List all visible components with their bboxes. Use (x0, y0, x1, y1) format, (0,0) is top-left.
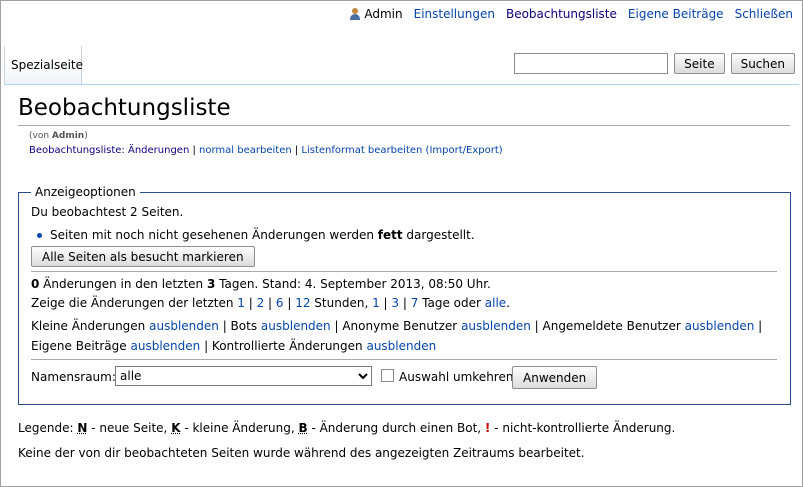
display-options-legend: Anzeigeoptionen (35, 185, 136, 199)
hide-bots-link[interactable]: ausblenden (261, 319, 331, 333)
user-link[interactable]: Admin (350, 7, 403, 21)
separator: | (291, 145, 302, 156)
watching-count: Du beobachtest 2 Seiten. (31, 205, 184, 219)
hide-anons-link[interactable]: ausblenden (461, 319, 531, 333)
edit-watchlist-link[interactable]: normal bearbeiten (199, 145, 292, 156)
watchlist-tools: Beobachtungsliste: Änderungen | normal b… (29, 145, 503, 156)
page-title: Beobachtungsliste (18, 95, 790, 126)
bot-flag: B (298, 421, 308, 435)
namespace-label: Namensraum: (31, 370, 116, 384)
bullet-icon (37, 233, 42, 238)
namespace-select[interactable]: alle (115, 366, 372, 386)
hide-minor-link[interactable]: ausblenden (149, 319, 219, 333)
divider (31, 271, 777, 272)
hide-patrolled-link[interactable]: ausblenden (366, 339, 436, 353)
mark-all-visited-button[interactable]: Alle Seiten als besucht markieren (31, 246, 255, 267)
display-options: Anzeigeoptionen Du beobachtest 2 Seiten.… (18, 185, 791, 405)
personal-bar: Admin Einstellungen Beobachtungsliste Ei… (350, 7, 793, 21)
invert-checkbox[interactable] (381, 369, 394, 382)
hide-own-link[interactable]: ausblenden (130, 339, 200, 353)
search-form: Seite Suchen (514, 53, 795, 74)
page-subtitle: (von Admin) (29, 131, 88, 141)
go-button[interactable]: Seite (674, 53, 725, 74)
apply-button[interactable]: Anwenden (512, 366, 598, 389)
search-button[interactable]: Suchen (730, 53, 795, 74)
hours-link-6[interactable]: 6 (276, 296, 284, 310)
settings-link[interactable]: Einstellungen (414, 7, 495, 21)
namespace-form: Namensraum: alle Auswahl umkehren Anwend… (31, 366, 777, 390)
hours-link-12[interactable]: 12 (295, 296, 310, 310)
minor-flag: K (171, 421, 181, 435)
hours-link-2[interactable]: 2 (257, 296, 265, 310)
watchlist-link[interactable]: Beobachtungsliste (506, 7, 617, 21)
period-selector: Zeige die Änderungen der letzten 1 | 2 |… (31, 296, 510, 310)
hours-link-1[interactable]: 1 (237, 296, 245, 310)
days-link-3[interactable]: 3 (391, 296, 399, 310)
legend-line: Legende: N - neue Seite, K - kleine Ände… (18, 421, 676, 435)
separator: | (189, 145, 200, 156)
watchlist-changes-link[interactable]: Beobachtungsliste: Änderungen (29, 145, 189, 156)
days-link-1[interactable]: 1 (372, 296, 380, 310)
empty-message: Keine der von dir beobachteten Seiten wu… (18, 446, 585, 460)
user-icon (350, 8, 361, 20)
unseen-hint: Seiten mit noch nicht gesehenen Änderung… (31, 228, 475, 242)
new-page-flag: N (77, 421, 88, 435)
divider (31, 359, 777, 360)
changes-summary: 0 Änderungen in den letzten 3 Tagen. Sta… (31, 277, 491, 291)
tab-special-page[interactable]: Spezialseite (4, 46, 83, 84)
invert-label: Auswahl umkehren (399, 370, 514, 384)
raw-edit-link[interactable]: Listenformat bearbeiten (Import/Export) (301, 145, 502, 156)
filter-options: Kleine Änderungen ausblenden | Bots ausb… (31, 319, 763, 353)
all-link[interactable]: alle (485, 296, 506, 310)
hide-liu-link[interactable]: ausblenden (685, 319, 755, 333)
close-link[interactable]: Schließen (735, 7, 793, 21)
tab-label: Spezialseite (11, 58, 83, 72)
contributions-link[interactable]: Eigene Beiträge (628, 7, 724, 21)
content-area: Beobachtungsliste (von Admin) Beobachtun… (4, 84, 799, 483)
search-input[interactable] (514, 53, 669, 74)
